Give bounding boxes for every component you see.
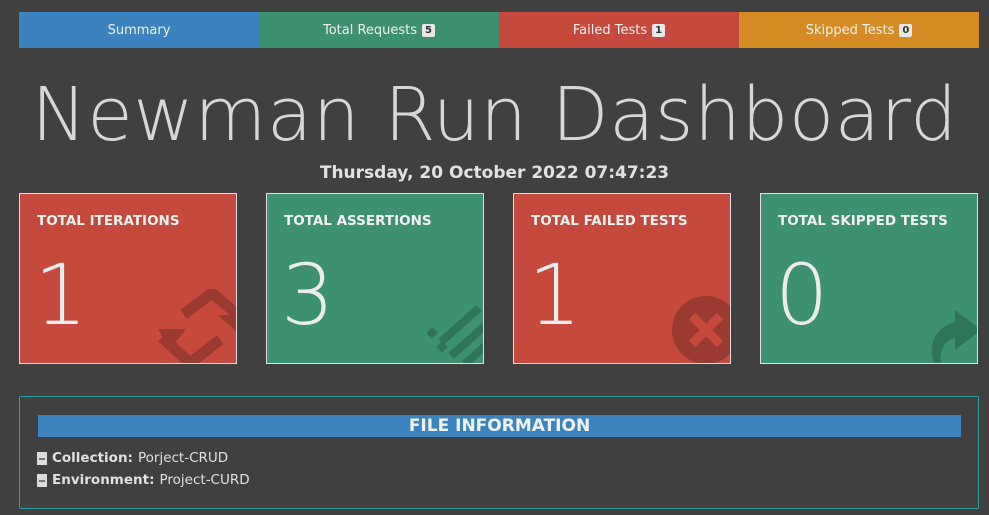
tab-failed-tests[interactable]: Failed Tests 1 (499, 12, 739, 48)
file-information-panel: FILE INFORMATION Collection: Porject-CRU… (19, 396, 979, 509)
card-label: TOTAL ITERATIONS (37, 213, 180, 229)
environment-line: Environment: Project-CURD (37, 472, 250, 488)
environment-label: Environment: (52, 472, 155, 488)
environment-value: Project-CURD (159, 472, 250, 488)
tab-summary[interactable]: Summary (19, 12, 259, 48)
page-title: Newman Run Dashboard (31, 72, 958, 158)
card-total-iterations: TOTAL ITERATIONS 1 (19, 193, 237, 364)
collection-line: Collection: Porject-CRUD (37, 450, 228, 466)
tab-skipped-tests-label: Skipped Tests (805, 22, 895, 38)
share-icon (931, 310, 977, 363)
failed-tests-badge: 1 (652, 23, 666, 37)
list-icon (427, 305, 483, 363)
nav-tabs: Summary Total Requests 5 Failed Tests 1 … (19, 12, 979, 48)
skipped-tests-badge: 0 (899, 23, 913, 37)
refresh-icon (158, 289, 236, 363)
file-information-header: FILE INFORMATION (38, 415, 961, 437)
card-total-failed-tests: TOTAL FAILED TESTS 1 (513, 193, 731, 364)
card-label: TOTAL SKIPPED TESTS (778, 213, 948, 229)
run-date: Thursday, 20 October 2022 07:47:23 (319, 163, 670, 183)
collection-label: Collection: (52, 450, 133, 466)
card-value: 0 (775, 246, 829, 344)
card-value: 1 (34, 246, 88, 344)
tab-failed-tests-label: Failed Tests (572, 22, 648, 38)
card-value: 1 (528, 246, 582, 344)
file-code-icon (37, 451, 47, 465)
collection-value: Porject-CRUD (137, 450, 229, 466)
tab-total-requests-label: Total Requests (322, 22, 418, 38)
tab-total-requests[interactable]: Total Requests 5 (259, 12, 499, 48)
file-code-icon (37, 473, 47, 487)
card-label: TOTAL ASSERTIONS (284, 213, 432, 229)
tab-skipped-tests[interactable]: Skipped Tests 0 (739, 12, 979, 48)
total-requests-badge: 5 (422, 23, 436, 37)
times-circle-icon (672, 296, 730, 363)
card-label: TOTAL FAILED TESTS (531, 213, 688, 229)
tab-summary-label: Summary (107, 22, 171, 38)
card-total-assertions: TOTAL ASSERTIONS 3 (266, 193, 484, 364)
card-total-skipped-tests: TOTAL SKIPPED TESTS 0 (760, 193, 978, 364)
card-value: 3 (281, 246, 335, 344)
